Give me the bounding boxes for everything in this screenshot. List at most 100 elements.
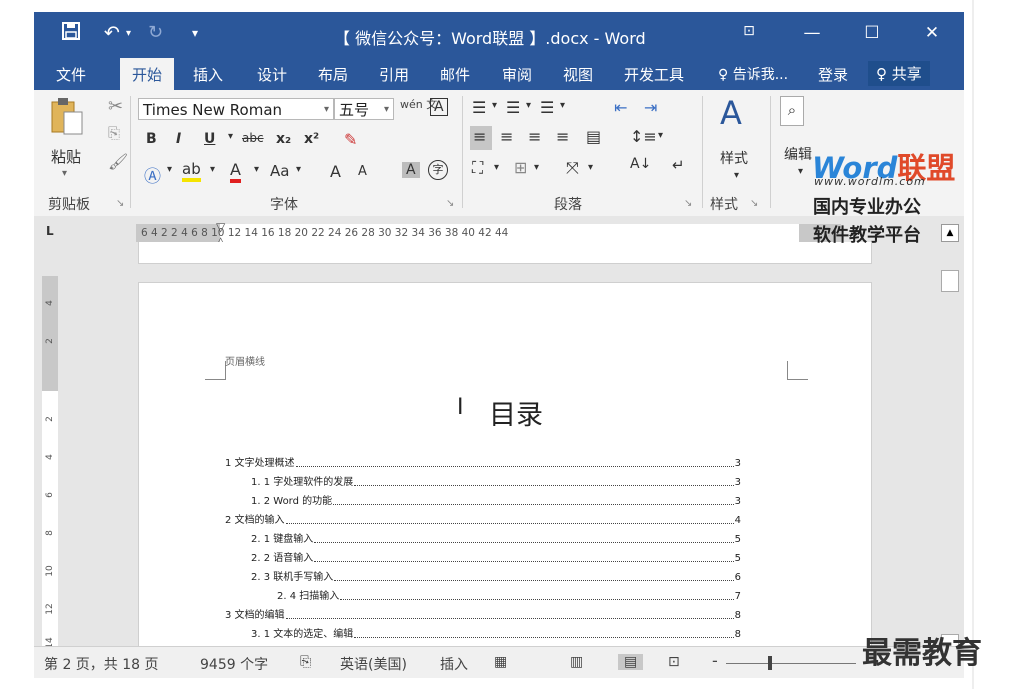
proofing-icon[interactable]: ⎘ <box>300 654 311 670</box>
grow-font-button[interactable]: A <box>330 162 341 181</box>
justify-icon[interactable]: ≡ <box>556 127 569 146</box>
close-button[interactable]: ✕ <box>920 23 944 43</box>
chevron-down-icon[interactable]: ▾ <box>734 170 739 181</box>
distributed-icon[interactable]: ▤ <box>586 127 601 146</box>
superscript-button[interactable]: x² <box>304 131 319 147</box>
font-launcher-icon[interactable]: ↘ <box>446 198 454 209</box>
character-border-button[interactable]: A <box>430 98 448 116</box>
toc-entry[interactable]: 3. 1 文本的选定、编辑 8 <box>251 628 741 642</box>
paste-dropdown-icon[interactable]: ▾ <box>62 168 67 179</box>
read-mode-icon[interactable]: ▥ <box>570 654 583 670</box>
tell-me-search[interactable]: ♀ 告诉我... <box>718 64 788 84</box>
character-shading-button[interactable]: A <box>402 162 420 178</box>
print-layout-icon[interactable]: ▤ <box>618 654 644 670</box>
shrink-font-button[interactable]: A <box>358 164 367 179</box>
numbering-icon[interactable]: ☰ <box>506 98 520 117</box>
vertical-scrollbar[interactable] <box>939 242 959 648</box>
chevron-down-icon[interactable]: ▾ <box>560 100 565 111</box>
show-formatting-marks-icon[interactable]: ↵ <box>672 156 685 174</box>
font-name-combo[interactable]: Times New Roman ▾ <box>138 98 334 120</box>
align-right-icon[interactable]: ≡ <box>528 127 541 146</box>
minimize-button[interactable]: — <box>800 23 824 43</box>
cut-icon[interactable]: ✂ <box>108 96 123 117</box>
tab-layout[interactable]: 布局 <box>318 64 348 85</box>
chevron-down-icon[interactable]: ▾ <box>526 100 531 111</box>
font-size-combo[interactable]: 五号 ▾ <box>334 98 394 120</box>
share-button[interactable]: ♀ 共享 <box>868 61 930 86</box>
line-spacing-icon[interactable]: ↕≡ <box>630 127 657 146</box>
zoom-out-button[interactable]: - <box>712 651 718 670</box>
copy-icon[interactable]: ⎘ <box>108 124 120 142</box>
redo-icon[interactable]: ↻ <box>148 22 163 43</box>
toc-entry[interactable]: 1 文字处理概述 3 <box>225 457 741 471</box>
customize-qat-icon[interactable]: ▾ <box>192 26 198 40</box>
zoom-slider-thumb[interactable] <box>768 656 772 670</box>
italic-button[interactable]: I <box>176 131 181 147</box>
chevron-down-icon[interactable]: ▾ <box>210 164 215 175</box>
language-indicator[interactable]: 英语(美国) <box>340 654 407 674</box>
styles-button-label[interactable]: 样式 <box>720 148 748 168</box>
increase-indent-icon[interactable]: ⇥ <box>644 98 657 117</box>
sort-icon[interactable]: A↓ <box>630 156 651 172</box>
toc-entry[interactable]: 1. 2 Word 的功能 3 <box>251 495 741 509</box>
align-left-button[interactable]: ≡ <box>470 126 492 150</box>
tab-file[interactable]: 文件 <box>56 64 86 85</box>
strikethrough-button[interactable]: abc <box>242 131 264 145</box>
tab-mailings[interactable]: 邮件 <box>440 64 470 85</box>
horizontal-ruler[interactable]: 6 4 2 2 4 6 8 10 12 14 16 18 20 22 24 26… <box>136 220 841 248</box>
underline-button[interactable]: U <box>204 131 215 147</box>
styles-icon[interactable]: A <box>720 94 742 132</box>
clipboard-launcher-icon[interactable]: ↘ <box>116 198 124 209</box>
scroll-up-button[interactable]: ▲ <box>941 224 959 242</box>
maximize-button[interactable]: ☐ <box>860 23 884 43</box>
borders-icon[interactable]: ⊞ <box>514 158 527 177</box>
tab-home[interactable]: 开始 <box>120 58 175 93</box>
paste-label[interactable]: 粘贴 <box>51 146 81 167</box>
toc-entry[interactable]: 2. 3 联机手写输入 6 <box>251 571 741 585</box>
ribbon-display-options-icon[interactable]: ⊡ <box>737 23 761 39</box>
tab-insert[interactable]: 插入 <box>193 64 223 85</box>
bullets-icon[interactable]: ☰ <box>472 98 486 117</box>
tab-review[interactable]: 审阅 <box>502 64 532 85</box>
insert-mode[interactable]: 插入 <box>440 654 468 674</box>
tab-view[interactable]: 视图 <box>563 64 593 85</box>
sign-in-link[interactable]: 登录 <box>818 64 848 85</box>
multilevel-list-icon[interactable]: ☰ <box>540 98 554 117</box>
subscript-button[interactable]: x₂ <box>276 131 291 147</box>
chevron-down-icon[interactable]: ▾ <box>254 164 259 175</box>
word-count[interactable]: 9459 个字 <box>200 654 268 674</box>
chevron-down-icon[interactable]: ▾ <box>658 130 663 141</box>
enclose-characters-button[interactable]: 字 <box>428 160 448 180</box>
highlight-color-icon[interactable]: ab <box>182 160 201 182</box>
editing-button-label[interactable]: 编辑 <box>784 144 812 164</box>
chevron-down-icon[interactable]: ▾ <box>798 166 803 177</box>
bold-button[interactable]: B <box>146 131 157 147</box>
tab-design[interactable]: 设计 <box>257 64 287 85</box>
find-icon[interactable]: ⌕ <box>780 96 804 126</box>
chevron-down-icon[interactable]: ▾ <box>494 162 499 173</box>
chevron-down-icon[interactable]: ▾ <box>296 164 301 175</box>
tab-references[interactable]: 引用 <box>379 64 409 85</box>
toc-entry[interactable]: 2 文档的输入 4 <box>225 514 741 528</box>
vertical-ruler[interactable]: 4 2 2 4 6 8 10 12 14 <box>42 276 58 649</box>
macro-recording-icon[interactable]: ▦ <box>494 654 507 670</box>
change-case-button[interactable]: Aa <box>270 162 289 180</box>
undo-icon[interactable]: ↶ <box>104 22 120 44</box>
align-center-icon[interactable]: ≡ <box>500 127 513 146</box>
chevron-down-icon[interactable]: ▾ <box>588 162 593 173</box>
toc-title[interactable]: 目录 <box>489 393 543 432</box>
clear-formatting-icon[interactable]: ✎ <box>344 130 357 149</box>
page-count[interactable]: 第 2 页，共 18 页 <box>44 654 159 674</box>
web-layout-icon[interactable]: ⊡ <box>668 654 680 670</box>
save-icon[interactable] <box>62 22 80 45</box>
styles-launcher-icon[interactable]: ↘ <box>750 198 758 209</box>
toc-entry[interactable]: 2. 2 语音输入 5 <box>251 552 741 566</box>
chevron-down-icon[interactable]: ▾ <box>167 164 172 175</box>
chevron-down-icon[interactable]: ▾ <box>534 162 539 173</box>
document-page[interactable]: 页眉横线 I 目录 1 文字处理概述 3 1. 1 字处理软件的发展 3 1. 2 … <box>138 282 872 652</box>
undo-dropdown-icon[interactable]: ▾ <box>126 28 131 39</box>
toc-entry[interactable]: 3 文档的编辑 8 <box>225 609 741 623</box>
scrollbar-thumb[interactable] <box>941 270 959 292</box>
chevron-down-icon[interactable]: ▾ <box>492 100 497 111</box>
tab-stop-selector[interactable]: L <box>46 224 54 238</box>
